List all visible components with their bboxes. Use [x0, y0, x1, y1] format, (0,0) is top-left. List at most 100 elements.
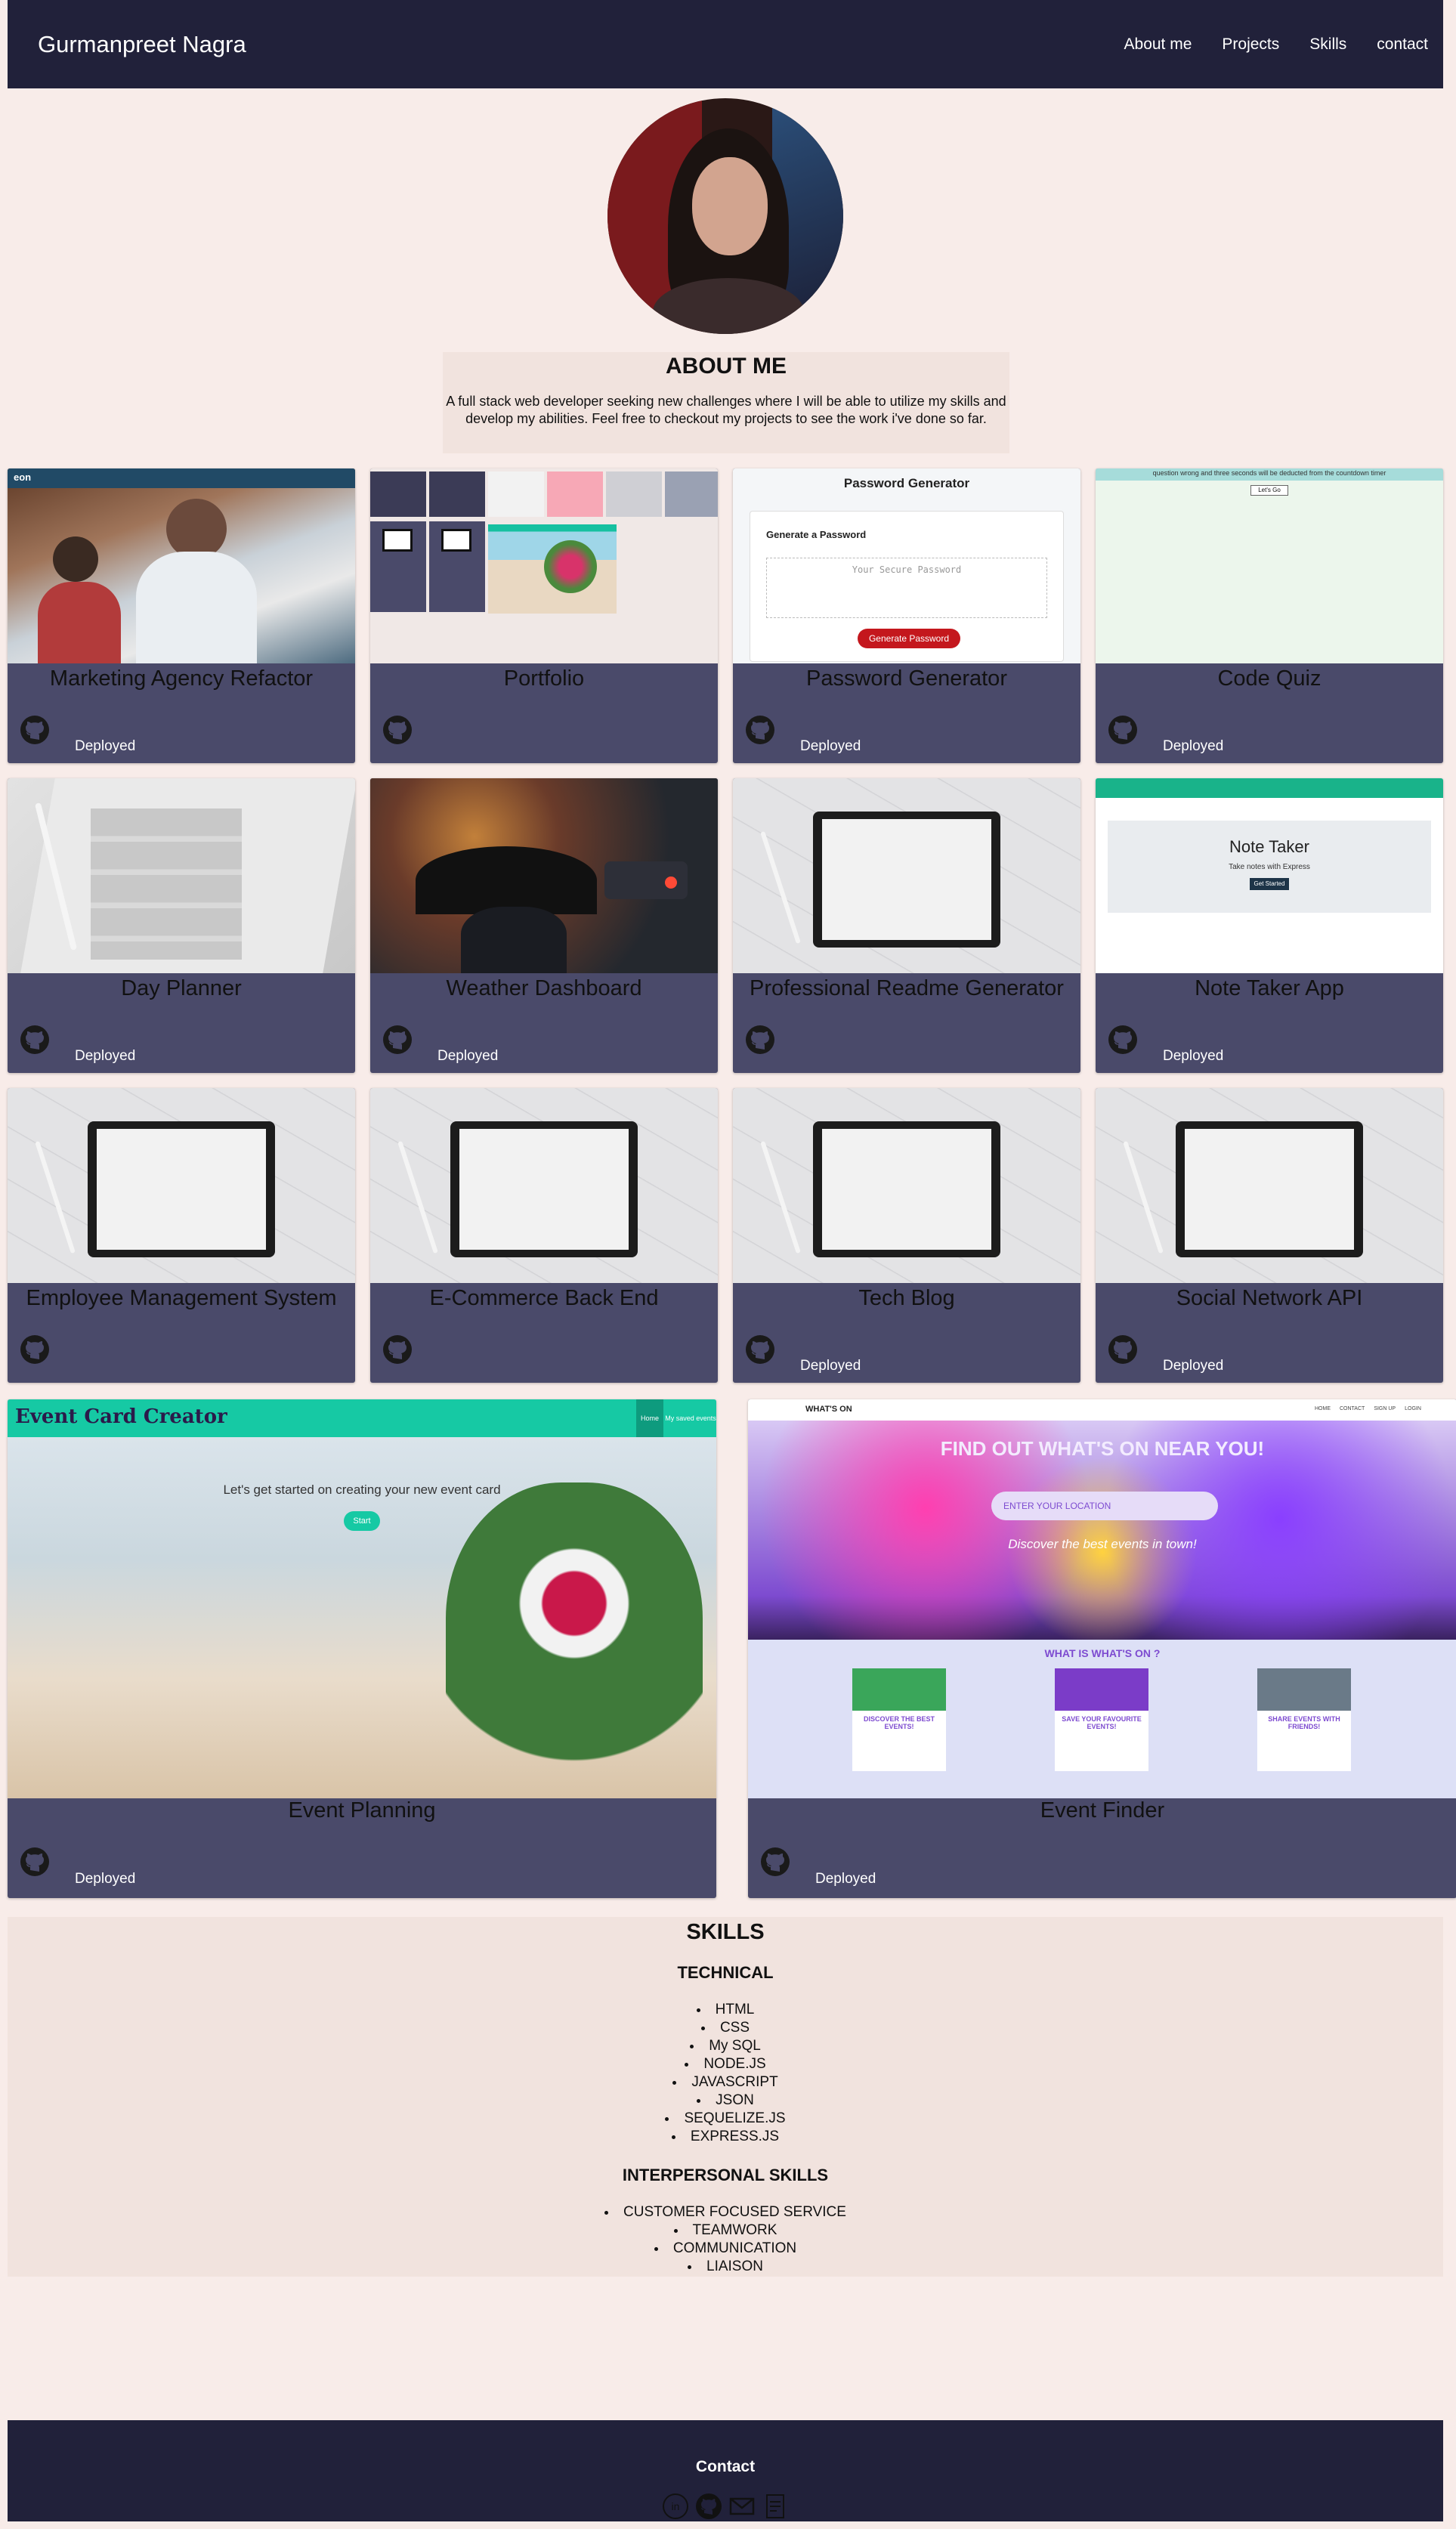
project-screenshot[interactable] [8, 778, 355, 973]
stylus-image [1123, 1140, 1164, 1254]
github-icon[interactable] [382, 1025, 413, 1055]
deployed-link[interactable]: Deployed [815, 1871, 876, 1887]
project-title: Portfolio [503, 666, 585, 691]
preview-feature: SAVE YOUR FAVOURITE EVENTS! [1062, 1715, 1142, 1730]
about-section: ABOUT ME A full stack web developer seek… [443, 352, 1009, 453]
deployed-link[interactable]: Deployed [437, 1048, 498, 1065]
skill-item: CUSTOMER FOCUSED SERVICE [8, 2203, 1443, 2221]
skill-item: LIAISON [8, 2258, 1443, 2276]
preview-banner: question wrong and three seconds will be… [1096, 468, 1443, 481]
deployed-link[interactable]: Deployed [1163, 1048, 1223, 1065]
skill-item: My SQL [8, 2037, 1443, 2055]
preview-nav: HOME CONTACT SIGN UP LOGIN [1315, 1406, 1421, 1411]
project-screenshot[interactable] [733, 778, 1080, 973]
project-card: Portfolio [370, 468, 718, 763]
deployed-link[interactable]: Deployed [1163, 738, 1223, 755]
preview-nav-saved: My saved events [665, 1414, 716, 1422]
github-icon[interactable] [20, 715, 50, 745]
project-title: Note Taker App [1195, 976, 1344, 1000]
technical-heading: TECHNICAL [677, 1963, 774, 1982]
project-card: Note Taker Take notes with Express Get Sta… [1096, 778, 1443, 1073]
deployed-link[interactable]: Deployed [800, 738, 861, 755]
github-icon[interactable] [20, 1334, 50, 1365]
deployed-link[interactable]: Deployed [75, 1871, 135, 1887]
github-icon[interactable] [382, 1334, 413, 1365]
project-screenshot[interactable]: eon [8, 468, 355, 663]
project-title: Password Generator [806, 666, 1007, 691]
project-screenshot[interactable] [1096, 1088, 1443, 1283]
stylus-image [397, 1140, 438, 1254]
preview-start: Start [344, 1511, 380, 1531]
about-heading: ABOUT ME [666, 354, 787, 379]
project-screenshot[interactable] [370, 1088, 718, 1283]
project-screenshot[interactable]: Event Card Creator Home My saved events Let… [8, 1399, 716, 1798]
project-title: Tech Blog [858, 1286, 955, 1310]
deployed-link[interactable]: Deployed [75, 1048, 135, 1065]
project-card: Employee Management System [8, 1088, 355, 1383]
github-icon[interactable] [382, 715, 413, 745]
preview-tagline: Discover the best events in town! [1008, 1537, 1197, 1551]
deployed-link[interactable]: Deployed [75, 738, 135, 755]
preview-feature: SHARE EVENTS WITH FRIENDS! [1268, 1715, 1340, 1730]
project-title: Weather Dashboard [446, 976, 642, 1000]
preview-heading: Password Generator [843, 476, 970, 490]
project-card: eon Marketing Agency Refactor Deployed [8, 468, 355, 763]
interpersonal-skills-list: CUSTOMER FOCUSED SERVICE TEAMWORK COMMUN… [8, 2203, 1443, 2276]
preview-placeholder: Your Secure Password [766, 558, 1047, 618]
tablet-image [812, 811, 1001, 948]
project-card: Social Network API Deployed [1096, 1088, 1443, 1383]
project-card: Day Planner Deployed [8, 778, 355, 1073]
contact-icons: in [8, 2493, 1443, 2520]
project-screenshot[interactable]: WHAT'S ON HOME CONTACT SIGN UP LOGIN FIND OUT… [748, 1399, 1456, 1798]
project-screenshot[interactable] [370, 468, 718, 663]
project-screenshot[interactable] [370, 778, 718, 973]
github-icon[interactable] [1108, 1334, 1138, 1365]
github-icon[interactable] [1108, 1025, 1138, 1055]
preview-logo: Event Card Creator [15, 1405, 227, 1428]
resume-icon[interactable] [762, 2493, 789, 2520]
skill-item: HTML [8, 2001, 1443, 2019]
nav-link-contact[interactable]: contact [1377, 36, 1428, 54]
preview-subheading: Generate a Password [766, 529, 867, 540]
project-title: Marketing Agency Refactor [49, 666, 314, 691]
project-card: E-Commerce Back End [370, 1088, 718, 1383]
project-screenshot[interactable] [733, 1088, 1080, 1283]
linkedin-icon[interactable]: in [662, 2493, 689, 2520]
navbar: Gurmanpreet Nagra About me Projects Skil… [8, 0, 1443, 88]
project-card: Event Card Creator Home My saved events Let… [8, 1399, 716, 1898]
github-icon[interactable] [745, 715, 775, 745]
project-card: Weather Dashboard Deployed [370, 778, 718, 1073]
deployed-link[interactable]: Deployed [1163, 1358, 1223, 1374]
deployed-link[interactable]: Deployed [800, 1358, 861, 1374]
github-icon[interactable] [745, 1334, 775, 1365]
project-title: Day Planner [121, 976, 242, 1000]
github-icon[interactable] [20, 1025, 50, 1055]
preview-logo: WHAT'S ON [805, 1405, 852, 1414]
github-icon[interactable] [695, 2493, 722, 2520]
email-icon[interactable] [728, 2493, 756, 2520]
github-icon[interactable] [1108, 715, 1138, 745]
github-icon[interactable] [760, 1847, 790, 1877]
project-screenshot[interactable]: Note Taker Take notes with Express Get Sta… [1096, 778, 1443, 973]
project-screenshot[interactable]: Password Generator Generate a Password You… [733, 468, 1080, 663]
project-card: Password Generator Generate a Password You… [733, 468, 1080, 763]
svg-text:in: in [672, 2500, 680, 2512]
project-screenshot[interactable] [8, 1088, 355, 1283]
project-card: question wrong and three seconds will be… [1096, 468, 1443, 763]
preview-subtitle: Take notes with Express [1229, 863, 1310, 871]
skill-item: NODE.JS [8, 2055, 1443, 2073]
preview-section: WHAT IS WHAT'S ON ? [1044, 1647, 1161, 1659]
tablet-image [812, 1121, 1001, 1258]
brand-name[interactable]: Gurmanpreet Nagra [38, 31, 246, 58]
nav-link-projects[interactable]: Projects [1222, 36, 1279, 54]
contact-heading: Contact [695, 2458, 756, 2475]
project-screenshot[interactable]: question wrong and three seconds will be… [1096, 468, 1443, 663]
github-icon[interactable] [745, 1025, 775, 1055]
nav-link-about[interactable]: About me [1124, 36, 1192, 54]
contact-footer: Contact in [8, 2420, 1443, 2521]
github-icon[interactable] [20, 1847, 50, 1877]
preview-location: ENTER YOUR LOCATION [991, 1492, 1218, 1520]
skill-item: JAVASCRIPT [8, 2073, 1443, 2092]
nav-link-skills[interactable]: Skills [1309, 36, 1346, 54]
project-card: WHAT'S ON HOME CONTACT SIGN UP LOGIN FIND OUT… [748, 1399, 1456, 1898]
